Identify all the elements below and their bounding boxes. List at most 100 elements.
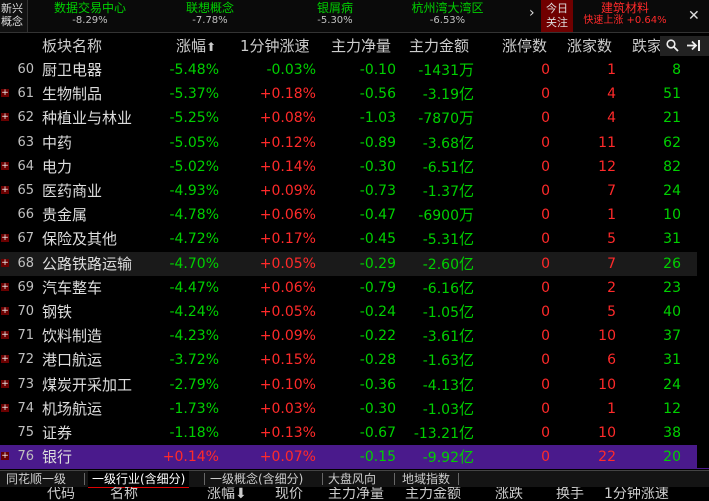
table-row[interactable]: +69 汽车整车 -4.47% +0.06% -0.79 -6.16亿 0 2 23 <box>0 276 709 300</box>
sector-name[interactable]: 贵金属 <box>42 203 87 227</box>
top-ticker-bar: 新兴 概念 数据交易中心 -8.29% 联想概念 -7.78% 银屑病 -5.3… <box>0 0 709 33</box>
minute-speed: +0.03% <box>259 400 316 417</box>
sector-name[interactable]: 煤炭开采加工 <box>42 373 132 397</box>
table-row[interactable]: 75 证券 -1.18% +0.13% -0.67 -13.21亿 0 10 38 <box>0 421 709 445</box>
sector-name[interactable]: 公路铁路运输 <box>42 252 132 276</box>
main-net: -0.10 <box>359 62 396 78</box>
sector-name[interactable]: 饮料制造 <box>42 324 102 348</box>
table-row[interactable]: +70 钢铁 -4.24% +0.05% -0.24 -1.05亿 0 5 40 <box>0 300 709 324</box>
table-row[interactable]: +65 医药商业 -4.93% +0.09% -0.73 -1.37亿 0 7 24 <box>0 179 709 203</box>
sector-name[interactable]: 保险及其他 <box>42 227 117 251</box>
ticker-item[interactable]: 杭州湾大湾区 -6.53% <box>395 0 500 32</box>
sector-name[interactable]: 港口航运 <box>42 348 102 372</box>
ticker-item[interactable]: 银屑病 -5.30% <box>295 0 375 32</box>
tab-market-wind[interactable]: 大盘风向 <box>324 471 380 487</box>
expand-icon[interactable]: + <box>1 282 9 291</box>
table-row[interactable]: +74 机场航运 -1.73% +0.03% -0.30 -1.03亿 0 1 12 <box>0 397 709 421</box>
expand-icon[interactable]: + <box>1 355 9 364</box>
amount-unit: 亿 <box>458 424 474 442</box>
table-row[interactable]: 60 厨卫电器 -5.48% -0.03% -0.10 -1431万 0 1 8 <box>0 58 709 82</box>
close-icon[interactable]: ✕ <box>688 8 700 24</box>
footer-code[interactable]: 代码 <box>47 487 75 501</box>
sector-name[interactable]: 种植业与林业 <box>42 106 132 130</box>
table-row[interactable]: +62 种植业与林业 -5.25% +0.08% -1.03 -7870万 0 4 21 <box>0 106 709 130</box>
sector-name[interactable]: 机场航运 <box>42 397 102 421</box>
table-row[interactable]: +76 银行 +0.14% +0.07% -0.15 -9.92亿 0 22 20 <box>0 445 709 470</box>
table-row[interactable]: +73 煤炭开采加工 -2.79% +0.10% -0.36 -4.13亿 0 10 24 <box>0 373 709 397</box>
bottom-tab-bar: 同花顺一级 一级行业(含细分) 一级概念(含细分) 大盘风向 地域指数 <box>0 470 709 488</box>
expand-icon[interactable]: + <box>1 113 9 122</box>
ticker-item[interactable]: 数据交易中心 -8.29% <box>40 0 140 32</box>
footer-amount[interactable]: 主力金额 <box>405 487 461 501</box>
sector-name[interactable]: 厨卫电器 <box>42 58 102 82</box>
footer-pct[interactable]: 涨幅⬇ <box>207 487 247 501</box>
search-icon[interactable] <box>666 36 679 56</box>
sector-name[interactable]: 医药商业 <box>42 179 102 203</box>
header-up[interactable]: 涨家数 <box>567 34 612 58</box>
footer-m1[interactable]: 1分钟涨速 <box>604 487 669 501</box>
table-row[interactable]: +64 电力 -5.02% +0.14% -0.30 -6.51亿 0 12 82 <box>0 155 709 179</box>
sector-name[interactable]: 生物制品 <box>42 82 102 106</box>
expand-icon[interactable]: + <box>1 403 9 412</box>
expand-icon[interactable]: + <box>1 89 9 98</box>
sector-name[interactable]: 中药 <box>42 131 72 155</box>
header-pct[interactable]: 涨幅⬆ <box>176 34 216 58</box>
exit-icon[interactable] <box>686 36 702 56</box>
expand-icon[interactable]: + <box>1 331 9 340</box>
ticker-item[interactable]: 联想概念 -7.78% <box>165 0 255 32</box>
tab-ths-level1[interactable]: 同花顺一级 <box>2 471 70 487</box>
sector-name[interactable]: 汽车整车 <box>42 276 102 300</box>
amount-unit: 亿 <box>458 133 474 152</box>
expand-icon[interactable]: + <box>1 379 9 388</box>
table-row[interactable]: +71 饮料制造 -4.23% +0.09% -0.22 -3.61亿 0 10 37 <box>0 324 709 348</box>
sector-name[interactable]: 钢铁 <box>42 300 72 324</box>
minute-speed: +0.09% <box>259 183 316 199</box>
footer-turnover[interactable]: 换手 <box>556 487 584 501</box>
header-net[interactable]: 主力净量 <box>331 34 391 58</box>
scrollbar[interactable] <box>697 58 709 468</box>
expand-icon[interactable]: + <box>1 234 9 243</box>
row-index: 61 <box>17 86 34 102</box>
expand-icon[interactable]: + <box>1 186 9 195</box>
main-amount: -6.51亿 <box>405 155 474 180</box>
table-row[interactable]: 66 贵金属 -4.78% +0.06% -0.47 -6900万 0 1 10 <box>0 203 709 227</box>
footer-price[interactable]: 现价 <box>275 487 303 501</box>
header-zt[interactable]: 涨停数 <box>502 34 547 58</box>
table-row[interactable]: +61 生物制品 -5.37% +0.18% -0.56 -3.19亿 0 4 51 <box>0 82 709 106</box>
tab-region-index[interactable]: 地域指数 <box>398 471 454 487</box>
table-row[interactable]: +67 保险及其他 -4.72% +0.17% -0.45 -5.31亿 0 5 31 <box>0 227 709 251</box>
header-down[interactable]: 跌家 <box>632 34 662 58</box>
up-count: 7 <box>607 183 616 199</box>
sector-name[interactable]: 电力 <box>42 155 72 179</box>
sector-name[interactable]: 银行 <box>42 445 72 469</box>
header-name[interactable]: 板块名称 <box>42 34 102 58</box>
sort-up-icon: ⬆ <box>206 40 217 54</box>
up-count: 1 <box>607 400 616 417</box>
focus-ticker[interactable]: 建筑材料 快速上涨 +0.64% <box>575 0 675 32</box>
header-m1[interactable]: 1分钟涨速 <box>240 34 310 58</box>
tab-level1-industry[interactable]: 一级行业(含细分) <box>88 471 190 488</box>
category-label[interactable]: 新兴 概念 <box>0 0 28 32</box>
header-amount[interactable]: 主力金额 <box>409 34 469 58</box>
footer-change[interactable]: 涨跌 <box>495 487 523 501</box>
pct-change: -2.79% <box>169 376 219 393</box>
limit-up-count: 0 <box>541 400 550 417</box>
chevron-right-icon[interactable]: › <box>529 5 535 21</box>
expand-icon[interactable]: + <box>1 258 9 267</box>
today-focus-label[interactable]: 今日 关注 <box>541 0 573 32</box>
limit-up-count: 0 <box>541 158 550 175</box>
limit-up-count: 0 <box>541 62 550 78</box>
footer-name[interactable]: 名称 <box>110 487 138 501</box>
main-net: -0.15 <box>359 449 396 466</box>
sector-name[interactable]: 证券 <box>42 421 72 445</box>
expand-icon[interactable]: + <box>1 161 9 170</box>
table-row[interactable]: +68 公路铁路运输 -4.70% +0.05% -0.29 -2.60亿 0 7 26 <box>0 251 709 276</box>
table-row[interactable]: +72 港口航运 -3.72% +0.15% -0.28 -1.63亿 0 6 31 <box>0 348 709 372</box>
tab-level1-concept[interactable]: 一级概念(含细分) <box>206 471 307 487</box>
table-row[interactable]: 63 中药 -5.05% +0.12% -0.89 -3.68亿 0 11 62 <box>0 131 709 155</box>
expand-icon[interactable]: + <box>1 307 9 316</box>
amount-unit: 亿 <box>458 85 474 104</box>
footer-net[interactable]: 主力净量 <box>328 487 384 501</box>
expand-icon[interactable]: + <box>1 452 9 461</box>
main-amount: -1.63亿 <box>405 348 474 373</box>
